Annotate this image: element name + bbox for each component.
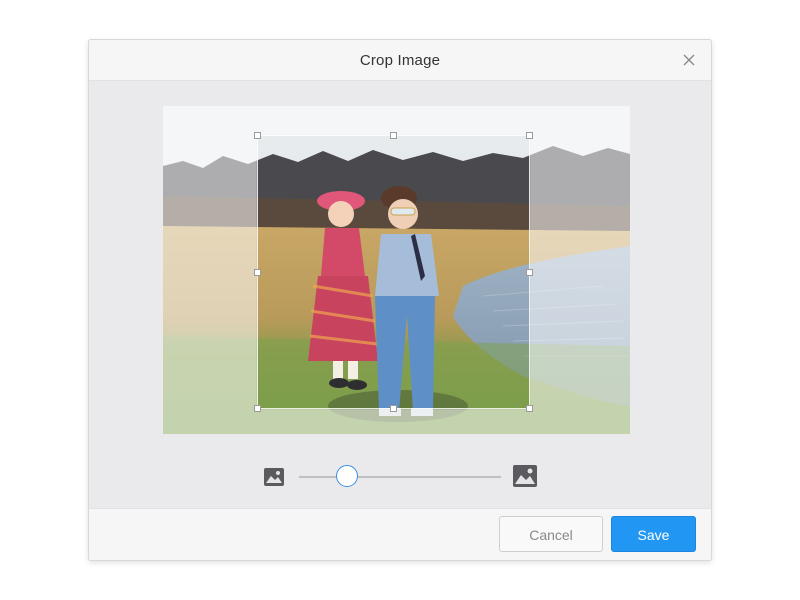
zoom-slider-thumb[interactable]: [336, 465, 359, 487]
crop-stage[interactable]: [163, 106, 630, 434]
save-button[interactable]: Save: [611, 516, 696, 552]
crop-handle-bottom-left[interactable]: [254, 405, 261, 412]
zoom-slider-row: [89, 460, 711, 500]
zoom-slider-track[interactable]: [299, 476, 501, 478]
crop-handle-bottom[interactable]: [390, 405, 397, 412]
crop-box[interactable]: [254, 132, 533, 412]
crop-image-dialog: Crop Image Cancel Save: [88, 39, 712, 561]
dialog-title: Crop Image: [359, 52, 441, 69]
crop-handle-right[interactable]: [526, 269, 533, 276]
crop-handle-top-left[interactable]: [254, 132, 261, 139]
crop-handle-bottom-right[interactable]: [526, 405, 533, 412]
close-icon[interactable]: [681, 52, 697, 68]
dialog-header: Crop Image: [89, 40, 711, 81]
crop-handle-left[interactable]: [254, 269, 261, 276]
crop-handle-top-right[interactable]: [526, 132, 533, 139]
crop-handle-top[interactable]: [390, 132, 397, 139]
image-large-icon[interactable]: [513, 465, 537, 487]
cancel-button[interactable]: Cancel: [499, 516, 603, 552]
image-small-icon[interactable]: [264, 468, 284, 486]
dialog-footer: Cancel Save: [89, 508, 711, 560]
